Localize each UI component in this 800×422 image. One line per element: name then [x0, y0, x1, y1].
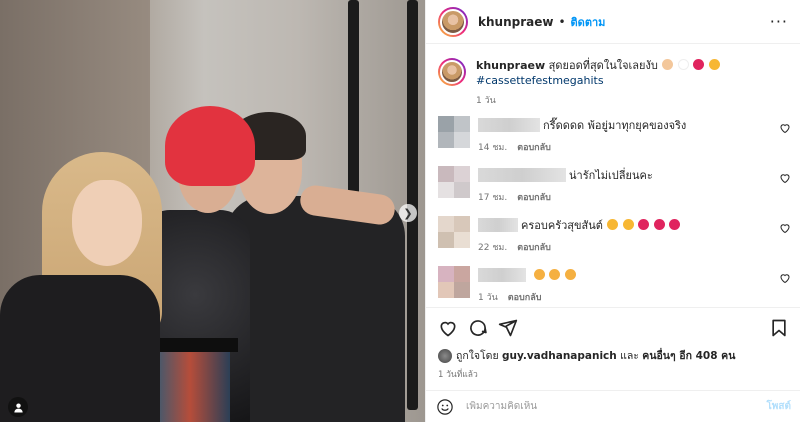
- comment-time: 22 ชม.: [478, 243, 508, 253]
- heart-icon[interactable]: [779, 272, 791, 284]
- comment-text: ครอบครัวสุขสันต์: [521, 219, 603, 232]
- likes-prefix: ถูกใจโดย: [456, 350, 499, 362]
- avatar[interactable]: [438, 216, 470, 248]
- comment-text: กรี๊ดดดด พ้อยู่มาทุกยุคของจริง: [543, 119, 687, 132]
- heart-icon[interactable]: [779, 222, 791, 234]
- follow-button[interactable]: ติดตาม: [571, 13, 606, 31]
- comment-emojis: [606, 219, 681, 232]
- reply-button[interactable]: ตอบกลับ: [517, 193, 551, 203]
- emoji-icon[interactable]: [436, 398, 454, 416]
- reply-button[interactable]: ตอบกลับ: [517, 143, 551, 153]
- reply-button[interactable]: ตอบกลับ: [517, 243, 551, 253]
- photo-person: [148, 338, 238, 352]
- waving-hand-emoji-icon: [662, 59, 674, 70]
- heart-emoji-icon: [653, 219, 665, 230]
- add-comment-bar: โพสต์: [426, 390, 800, 422]
- post-photo[interactable]: ❯: [0, 0, 425, 422]
- post-caption: khunpraew สุดยอดที่สุดในใจเลยงับ #casset…: [426, 44, 800, 106]
- clapping-hands-emoji-icon: [533, 269, 545, 280]
- user-tag-icon: [13, 402, 23, 413]
- avatar[interactable]: [438, 116, 470, 148]
- avatar[interactable]: [438, 6, 468, 37]
- bookmark-icon[interactable]: [769, 318, 789, 338]
- post-header: khunpraew • ติดตาม ···: [426, 0, 800, 44]
- user-tags-button[interactable]: [8, 397, 28, 417]
- caption-time: 1 วัน: [476, 96, 496, 106]
- chevron-right-icon: ❯: [403, 206, 413, 220]
- avatar[interactable]: [438, 166, 470, 198]
- share-icon[interactable]: [498, 318, 518, 338]
- list-item: กรี๊ดดดด พ้อยู่มาทุกยุคของจริง 14 ชม. ตอบ…: [426, 112, 800, 162]
- separator-dot: •: [558, 14, 566, 29]
- clapping-hands-emoji-icon: [549, 269, 560, 280]
- star-eyes-emoji-icon: [622, 219, 634, 230]
- photo-person: [72, 180, 142, 266]
- caption-hashtag[interactable]: #cassettefestmegahits: [476, 74, 604, 87]
- comment-text: น่ารักไม่เปลี่ยนคะ: [569, 169, 653, 182]
- heart-icon[interactable]: [779, 122, 791, 134]
- action-bar: [426, 307, 800, 347]
- comment-time: 17 ชม.: [478, 193, 508, 203]
- comment-time: 14 ชม.: [478, 143, 508, 153]
- clapping-hands-emoji-icon: [564, 269, 576, 280]
- reply-button[interactable]: ตอบกลับ: [508, 293, 542, 303]
- blurred-username: [478, 118, 540, 132]
- post-comment-button[interactable]: โพสต์: [766, 399, 791, 414]
- caption-text: สุดยอดที่สุดในใจเลยงับ: [548, 59, 658, 72]
- heart-emoji-icon: [693, 59, 705, 70]
- avatar[interactable]: [438, 266, 470, 298]
- likes-summary: ถูกใจโดย guy.vadhanapanich และ คนอื่นๆ อ…: [438, 347, 735, 364]
- post-side-panel: khunpraew • ติดตาม ··· khunpraew สุดยอดท…: [425, 0, 800, 422]
- more-horizontal-icon: ···: [769, 12, 788, 31]
- sparkle-emoji-icon: [677, 59, 689, 70]
- more-options-button[interactable]: ···: [770, 12, 788, 31]
- avatar[interactable]: [438, 348, 452, 363]
- likes-user[interactable]: guy.vadhanapanich: [502, 350, 617, 362]
- list-item: น่ารักไม่เปลี่ยนคะ 17 ชม. ตอบกลับ: [426, 162, 800, 212]
- photo-person: [225, 196, 405, 422]
- next-photo-button[interactable]: ❯: [399, 204, 417, 222]
- blurred-username: [478, 268, 526, 282]
- caption-username[interactable]: khunpraew: [476, 59, 545, 72]
- photo-person: [150, 352, 230, 422]
- star-eyes-emoji-icon: [607, 219, 619, 230]
- heart-emoji-icon: [669, 219, 681, 230]
- comment-time: 1 วัน: [478, 293, 498, 303]
- comment-emojis: [533, 269, 576, 282]
- photo-person: [165, 106, 255, 186]
- likes-middle: และ: [620, 350, 639, 362]
- caption-emojis: [661, 59, 720, 72]
- blurred-username: [478, 168, 566, 182]
- comment-list: กรี๊ดดดด พ้อยู่มาทุกยุคของจริง 14 ชม. ตอบ…: [426, 112, 800, 312]
- likes-others[interactable]: คนอื่นๆ อีก 408 คน: [642, 347, 735, 364]
- heart-icon[interactable]: [438, 318, 458, 338]
- avatar[interactable]: [438, 58, 466, 86]
- heart-emoji-icon: [638, 219, 650, 230]
- list-item: ครอบครัวสุขสันต์ 22 ชม. ตอบกลับ: [426, 212, 800, 262]
- list-item: 1 วัน ตอบกลับ: [426, 262, 800, 312]
- heart-icon[interactable]: [779, 172, 791, 184]
- post-timestamp[interactable]: 1 วันที่แล้ว: [438, 367, 478, 381]
- blurred-username: [478, 218, 518, 232]
- smiling-face-emoji-icon: [708, 59, 720, 70]
- author-username[interactable]: khunpraew: [478, 15, 553, 29]
- comment-icon[interactable]: [468, 318, 488, 338]
- comment-input[interactable]: [466, 401, 746, 412]
